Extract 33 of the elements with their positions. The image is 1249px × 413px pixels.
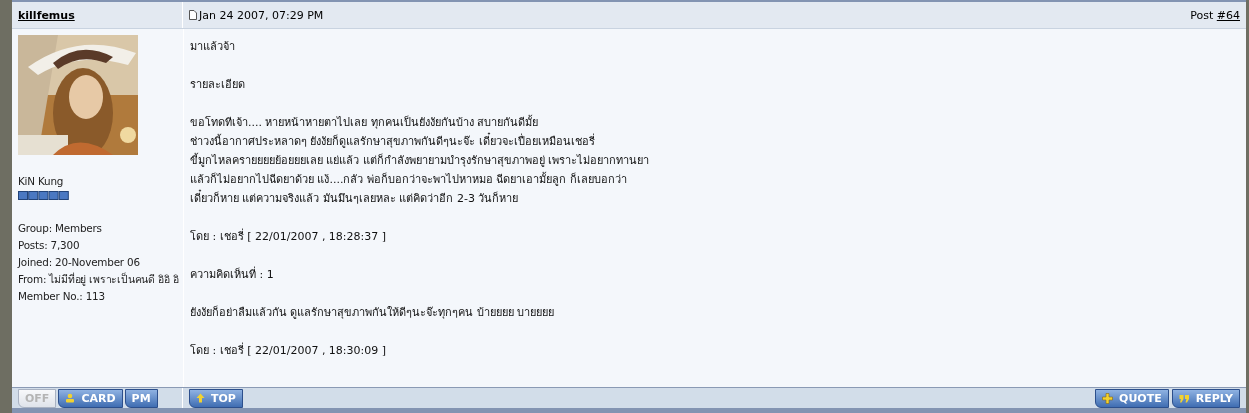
post-number-link[interactable]: #64 [1216,8,1240,22]
author-name-link[interactable]: killfemus [18,8,75,22]
post-text-line: รายละเอียด [190,77,246,94]
person-icon [65,393,76,404]
status-button[interactable]: OFF [18,388,57,408]
post-number-label: Post [1190,8,1214,22]
post-text-line: ยังงัยก็อย่าลืมแล้วกัน ดูแลรักษาสุขภาพกันให้ดีๆนะจ๊ะทุกๆคน บ้ายยยย บายยยย [190,304,556,322]
top-button[interactable]: TOP [189,388,243,408]
up-arrow-icon [196,393,205,404]
reply-button[interactable]: REPLY [1171,388,1240,408]
post-text-line: ขี้มูกไหลครายยยยย้อยยยเลย แย่แล้ว แต่ก็กำลังพยายามบำรุงรักษาสุขภาพอยู่ เพราะไม่อยากทานยา [190,152,651,170]
profile-detail: From: ไม่มีที่อยู่ เพราะเป็นคนดี อิอิ อิ [18,271,179,288]
post-text-line: ช่าวงนี้อากาศประหลาดๆ ยังงัยก็ดูแลรักษาสุขภาพกันดีๆนะจ๊ะ เดี๋ยวจะเปื่อยเหมือนเชอรี่ [190,132,1240,152]
post-text-line: มาแล้วจ้า [190,39,236,56]
card-button[interactable]: CARD [58,388,123,408]
quote-marks-icon [1178,393,1190,403]
post-text-line: โดย : เชอรี่ [ 22/01/2007 , 18:28:37 ] [190,227,388,246]
plus-icon [1102,392,1114,404]
post-text-line: ขอโทดทีเจ้า.... หายหน้าหายตาไปเลย ทุกคนเป็นยังงัยกันบ้าง สบายกันดีมั้ย [190,114,540,132]
post-date: Jan 24 2007, 07:29 PM [199,8,324,22]
profile-detail: Group: Members [18,221,103,237]
post-text-line: โดย : เชอรี่ [ 22/01/2007 , 18:30:09 ] [190,341,388,360]
pm-button[interactable]: PM [124,388,158,408]
post-text-line: ความคิดเห็นที่ : 1 [190,265,275,284]
quote-button[interactable]: QUOTE [1095,388,1169,408]
page-icon [189,10,197,21]
profile-detail: Posts: 7,300 [18,238,81,254]
profile-detail: Joined: 20-November 06 [18,255,141,271]
profile-detail: Member No.: 113 [18,289,106,305]
rank-pips-icon [18,191,69,201]
post-text-line: เดี๋ยวก็หาย แต่ความจริงแล้ว มันมึนๆเลยหละ แต่คิดว่าอีก 2-3 วันก็หาย [190,189,1240,209]
member-title: KiN Kung [18,174,65,190]
post-text-line: แล้วก็ไม่อยากไปฉีดยาด้วย แง้....กลัว พ่อก็บอกว่าจะพาไปหาหมอ ฉีดยาเอามั้ยลูก ก็เลยบอกว่า [190,171,628,189]
